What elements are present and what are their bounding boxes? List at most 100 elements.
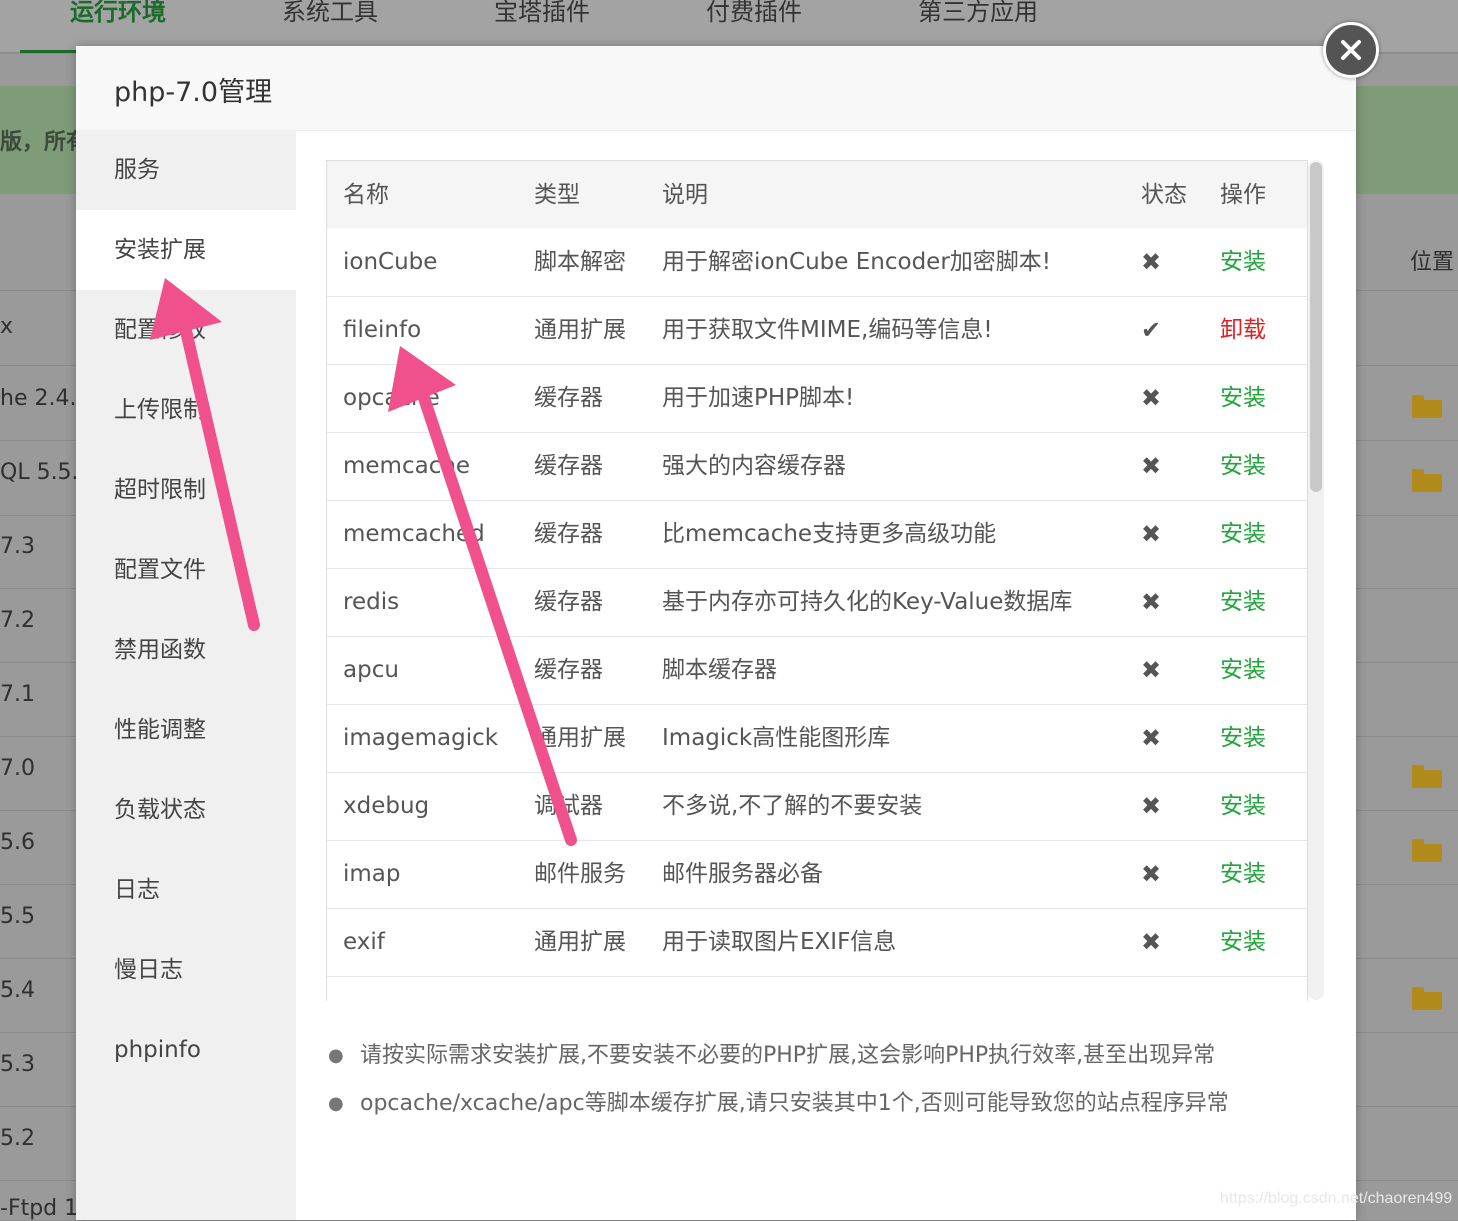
side-menu: 服务 安装扩展 配置修改 上传限制 超时限制 配置文件 禁用函数 性能调整 负载…	[76, 130, 296, 1220]
folder-icon[interactable]	[1412, 469, 1442, 492]
software-row-label: 5.5	[0, 904, 35, 929]
menu-item-performance[interactable]: 性能调整	[76, 690, 296, 770]
install-link[interactable]: 安装	[1220, 841, 1266, 908]
bullet-icon: ●	[328, 1093, 344, 1114]
extension-description: Imagick高性能图形库	[662, 725, 891, 751]
menu-item-load-status[interactable]: 负载状态	[76, 770, 296, 850]
extension-name: opcache	[343, 385, 440, 411]
extension-description: 脚本缓存器	[662, 657, 777, 683]
menu-item-install-extensions[interactable]: 安装扩展	[76, 210, 296, 290]
menu-item-service[interactable]: 服务	[76, 130, 296, 210]
menu-item-upload-limit[interactable]: 上传限制	[76, 370, 296, 450]
extension-type: 缓存器	[534, 589, 603, 615]
not-installed-icon: ✖	[1141, 792, 1162, 820]
not-installed-icon: ✖	[1141, 452, 1162, 480]
note-item: ● opcache/xcache/apc等脚本缓存扩展,请只安装其中1个,否则可…	[326, 1084, 1326, 1132]
extension-type: 通用扩展	[534, 929, 626, 955]
not-installed-icon: ✖	[1141, 248, 1162, 276]
extension-type: 脚本解密	[534, 249, 626, 275]
software-row-label: 7.3	[0, 534, 35, 559]
extension-description: 用于读取图片EXIF信息	[662, 929, 897, 955]
installed-check-icon: ✔	[1141, 316, 1162, 344]
extension-name: imagemagick	[343, 725, 499, 751]
php-manage-dialog: php-7.0管理 服务 安装扩展 配置修改 上传限制 超时限制 配置文件 禁用…	[76, 46, 1356, 1220]
close-button[interactable]	[1323, 22, 1379, 78]
column-header-name: 名称	[343, 182, 389, 208]
dialog-title: php-7.0管理	[114, 77, 273, 108]
tab-system-tools[interactable]: 系统工具	[282, 0, 378, 27]
software-row-label: 5.2	[0, 1126, 35, 1151]
software-row-label: x	[0, 314, 14, 339]
table-row: memcache 缓存器 强大的内容缓存器 ✖ 安装	[327, 433, 1307, 501]
note-text: 请按实际需求安装扩展,不要安装不必要的PHP扩展,这会影响PHP执行效率,甚至出…	[360, 1043, 1216, 1068]
table-row: exif 通用扩展 用于读取图片EXIF信息 ✖ 安装	[327, 909, 1307, 977]
column-header-status: 状态	[1141, 182, 1187, 208]
table-row: imap 邮件服务 邮件服务器必备 ✖ 安装	[327, 841, 1307, 909]
software-row-label: -Ftpd 1	[0, 1196, 79, 1221]
watermark: https://blog.csdn.net/chaoren499	[1220, 1190, 1453, 1207]
table-row: fileinfo 通用扩展 用于获取文件MIME,编码等信息! ✔ 卸载	[327, 297, 1307, 365]
menu-item-slow-logs[interactable]: 慢日志	[76, 930, 296, 1010]
extension-description: 用于加速PHP脚本!	[662, 385, 855, 411]
folder-icon[interactable]	[1412, 395, 1442, 418]
bullet-icon: ●	[328, 1045, 344, 1066]
extension-description: 强大的内容缓存器	[662, 453, 846, 479]
extension-type: 调试器	[534, 793, 603, 819]
tab-paid-plugins[interactable]: 付费插件	[706, 0, 802, 27]
software-row-label: 7.0	[0, 756, 35, 781]
table-row: imagemagick 通用扩展 Imagick高性能图形库 ✖ 安装	[327, 705, 1307, 773]
extension-name: memcached	[343, 521, 485, 547]
tab-bt-plugins[interactable]: 宝塔插件	[494, 0, 590, 27]
extension-name: exif	[343, 929, 385, 955]
menu-item-config-file[interactable]: 配置文件	[76, 530, 296, 610]
folder-icon[interactable]	[1412, 839, 1442, 862]
menu-item-logs[interactable]: 日志	[76, 850, 296, 930]
not-installed-icon: ✖	[1141, 860, 1162, 888]
table-scrollbar[interactable]	[1308, 160, 1324, 1000]
not-installed-icon: ✖	[1141, 588, 1162, 616]
table-row: apcu 缓存器 脚本缓存器 ✖ 安装	[327, 637, 1307, 705]
table-header: 名称 类型 说明 状态 操作	[327, 161, 1307, 230]
extension-name: ionCube	[343, 249, 438, 275]
tab-runtime[interactable]: 运行环境	[70, 0, 166, 27]
install-link[interactable]: 安装	[1220, 229, 1266, 296]
notice-banner-text: 版，所有	[0, 130, 89, 155]
uninstall-link[interactable]: 卸载	[1220, 297, 1266, 364]
not-installed-icon: ✖	[1141, 384, 1162, 412]
install-link[interactable]: 安装	[1220, 909, 1266, 976]
notes-list: ● 请按实际需求安装扩展,不要安装不必要的PHP扩展,这会影响PHP执行效率,甚…	[326, 1036, 1326, 1132]
menu-item-config-edit[interactable]: 配置修改	[76, 290, 296, 370]
install-link[interactable]: 安装	[1220, 365, 1266, 432]
software-row-label: 7.1	[0, 682, 35, 707]
menu-item-timeout-limit[interactable]: 超时限制	[76, 450, 296, 530]
scrollbar-thumb[interactable]	[1310, 162, 1322, 492]
menu-item-phpinfo[interactable]: phpinfo	[76, 1010, 296, 1090]
extension-type: 通用扩展	[534, 725, 626, 751]
folder-icon[interactable]	[1412, 765, 1442, 788]
note-item: ● 请按实际需求安装扩展,不要安装不必要的PHP扩展,这会影响PHP执行效率,甚…	[326, 1036, 1326, 1084]
software-row-label: 5.4	[0, 978, 35, 1003]
tab-third-party[interactable]: 第三方应用	[918, 0, 1038, 27]
install-link[interactable]: 安装	[1220, 773, 1266, 840]
table-row: opcache 缓存器 用于加速PHP脚本! ✖ 安装	[327, 365, 1307, 433]
table-row	[327, 977, 1307, 1001]
extension-name: fileinfo	[343, 317, 422, 343]
install-link[interactable]: 安装	[1220, 501, 1266, 568]
menu-item-disabled-functions[interactable]: 禁用函数	[76, 610, 296, 690]
close-icon	[1341, 40, 1361, 60]
extension-name: imap	[343, 861, 401, 887]
column-header-type: 类型	[534, 182, 580, 208]
table-row: redis 缓存器 基于内存亦可持久化的Key-Value数据库 ✖ 安装	[327, 569, 1307, 637]
extension-description: 邮件服务器必备	[662, 861, 823, 887]
extension-description: 基于内存亦可持久化的Key-Value数据库	[662, 589, 1073, 615]
install-link[interactable]: 安装	[1220, 433, 1266, 500]
extension-type: 邮件服务	[534, 861, 626, 887]
folder-icon[interactable]	[1412, 987, 1442, 1010]
install-link[interactable]: 安装	[1220, 705, 1266, 772]
table-row: xdebug 调试器 不多说,不了解的不要安装 ✖ 安装	[327, 773, 1307, 841]
extension-name: redis	[343, 589, 400, 615]
install-link[interactable]: 安装	[1220, 569, 1266, 636]
extension-name: xdebug	[343, 793, 430, 819]
note-text: opcache/xcache/apc等脚本缓存扩展,请只安装其中1个,否则可能导…	[360, 1091, 1229, 1116]
install-link[interactable]: 安装	[1220, 637, 1266, 704]
